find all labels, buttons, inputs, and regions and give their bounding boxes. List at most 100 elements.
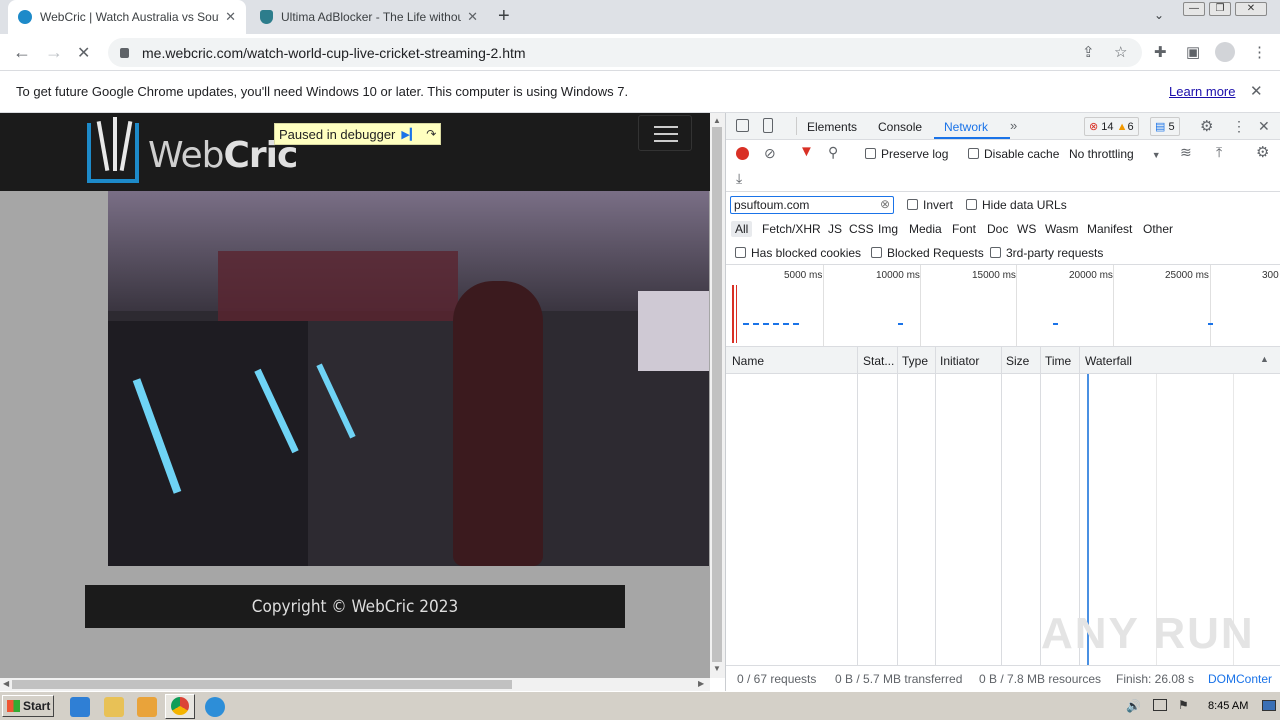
address-url: me.webcric.com/watch-world-cup-live-cric… [142,44,526,61]
preserve-log-checkbox[interactable]: Preserve log [865,147,948,161]
issues-counter[interactable]: ⊗ 14 ▲6 [1084,117,1139,136]
restore-button[interactable]: ❐ [1209,2,1231,16]
share-icon[interactable]: ⇪ [1082,43,1095,61]
filter-type-ws[interactable]: WS [1017,222,1036,236]
messages-counter[interactable]: ▤ 5 [1150,117,1180,136]
web-page-viewport: WebCric Paused in debugger ▶▎ ↷ Copyrigh… [0,113,710,678]
filter-type-wasm[interactable]: Wasm [1045,222,1079,236]
extensions-puzzle-icon[interactable]: ✚ [1154,43,1167,61]
requests-count: 0 / 67 requests [737,672,817,686]
learn-more-link[interactable]: Learn more [1169,84,1235,99]
tab-close-icon[interactable]: ✕ [225,9,236,25]
tab-title: WebCric | Watch Australia vs South [40,10,220,24]
show-desktop-icon[interactable] [1262,700,1276,711]
disable-cache-checkbox[interactable]: Disable cache [968,147,1059,161]
video-sign [638,291,709,371]
taskbar-clock[interactable]: 8:45 AM [1208,700,1248,712]
new-tab-button[interactable]: + [498,5,510,28]
vertical-scroll-thumb[interactable] [712,127,722,662]
invert-checkbox[interactable]: Invert [907,198,953,212]
network-settings-gear-icon[interactable]: ⚙ [1256,143,1269,161]
search-icon[interactable]: ⚲ [828,144,838,161]
chrome-icon [171,697,189,715]
tab-webcric[interactable]: WebCric | Watch Australia vs South ✕ [8,0,246,34]
third-party-requests-checkbox[interactable]: 3rd-party requests [990,246,1103,260]
tab-search-icon[interactable]: ⌄ [1154,8,1164,22]
edge-icon[interactable] [205,697,225,717]
action-center-flag-icon[interactable]: ⚑ [1178,698,1189,712]
column-waterfall[interactable]: Waterfall [1085,354,1132,368]
back-arrow-icon[interactable]: ← [13,42,31,63]
hamburger-menu-button[interactable] [638,115,692,151]
filter-type-media[interactable]: Media [909,222,942,236]
page-horizontal-scrollbar[interactable]: ◀ ▶ [0,678,710,691]
export-har-icon[interactable]: ⤓ [736,170,742,187]
column-initiator[interactable]: Initiator [940,354,979,368]
filter-type-img[interactable]: Img [878,222,898,236]
minimize-button[interactable]: — [1183,2,1205,16]
chrome-taskbar-button[interactable] [165,694,195,719]
column-status[interactable]: Stat... [863,354,894,368]
filter-type-font[interactable]: Font [952,222,976,236]
device-toolbar-icon[interactable] [763,118,773,133]
tick-25000: 25000 ms [1165,270,1209,281]
resume-icon[interactable]: ▶▎ [401,128,418,141]
column-time[interactable]: Time [1045,354,1071,368]
tab-ultima-adblocker[interactable]: Ultima AdBlocker - The Life without A ✕ [250,0,488,34]
column-name[interactable]: Name [732,354,764,368]
devtools-tab-console[interactable]: Console [878,120,922,134]
start-button[interactable]: Start [2,695,54,717]
bookmark-star-icon[interactable]: ☆ [1114,43,1127,61]
hide-data-urls-checkbox[interactable]: Hide data URLs [966,198,1067,212]
more-tabs-icon[interactable]: » [1010,118,1017,133]
devtools-menu-icon[interactable]: ⋮ [1232,118,1246,135]
close-window-button[interactable]: ✕ [1235,2,1267,16]
stop-loading-icon[interactable]: ✕ [77,43,90,63]
video-player[interactable] [108,191,709,566]
overview-timeline[interactable]: 5000 ms 10000 ms 15000 ms 20000 ms 25000… [726,265,1280,347]
has-blocked-cookies-label: Has blocked cookies [751,246,862,260]
close-devtools-icon[interactable]: ✕ [1258,118,1270,135]
devtools-tab-elements[interactable]: Elements [807,120,857,134]
page-vertical-scrollbar[interactable]: ▲ ▼ [710,113,725,678]
record-icon[interactable] [736,147,749,160]
column-size[interactable]: Size [1006,354,1029,368]
filter-input[interactable]: psuftoum.com ⊗ [730,196,894,214]
blocked-requests-checkbox[interactable]: Blocked Requests [871,246,984,260]
network-tray-icon[interactable] [1153,699,1167,711]
step-over-icon[interactable]: ↷ [426,127,436,141]
site-header: WebCric Paused in debugger ▶▎ ↷ [0,113,710,191]
import-har-icon[interactable]: ⤒ [1216,144,1222,161]
devtools-tab-network[interactable]: Network [944,120,988,134]
settings-gear-icon[interactable]: ⚙ [1200,117,1213,135]
infobar-close-icon[interactable]: ✕ [1250,82,1263,100]
clear-filter-icon[interactable]: ⊗ [880,197,890,211]
forward-arrow-icon[interactable]: → [45,42,63,63]
filter-type-manifest[interactable]: Manifest [1087,222,1132,236]
filter-type-fetch-xhr[interactable]: Fetch/XHR [762,222,821,236]
webcric-logo-icon[interactable] [87,117,139,183]
chrome-menu-icon[interactable]: ⋮ [1252,43,1267,61]
filter-funnel-icon[interactable]: ▼ [799,143,814,160]
column-type[interactable]: Type [902,354,928,368]
has-blocked-cookies-checkbox[interactable]: Has blocked cookies [735,246,861,260]
network-conditions-icon[interactable]: ≋ [1180,144,1192,161]
profile-avatar-icon[interactable] [1215,42,1235,62]
file-explorer-icon[interactable] [104,697,124,717]
tab-close-icon[interactable]: ✕ [467,9,478,25]
internet-explorer-icon[interactable] [70,697,90,717]
filter-type-doc[interactable]: Doc [987,222,1008,236]
media-player-icon[interactable] [137,697,157,717]
sort-up-icon[interactable]: ▲ [1260,354,1269,364]
filter-type-all[interactable]: All [731,221,753,237]
inspect-element-icon[interactable] [736,119,749,132]
filter-type-css[interactable]: CSS [849,222,874,236]
filter-type-other[interactable]: Other [1143,222,1173,236]
filter-type-js[interactable]: JS [828,222,842,236]
address-bar[interactable]: me.webcric.com/watch-world-cup-live-cric… [108,38,1142,67]
throttling-select[interactable]: No throttling ▼ [1069,147,1161,161]
speaker-icon[interactable]: 🔊 [1126,699,1141,713]
side-panel-icon[interactable]: ▣ [1186,43,1200,61]
clear-icon[interactable]: ⊘ [764,145,776,162]
horizontal-scroll-thumb[interactable] [12,680,512,689]
